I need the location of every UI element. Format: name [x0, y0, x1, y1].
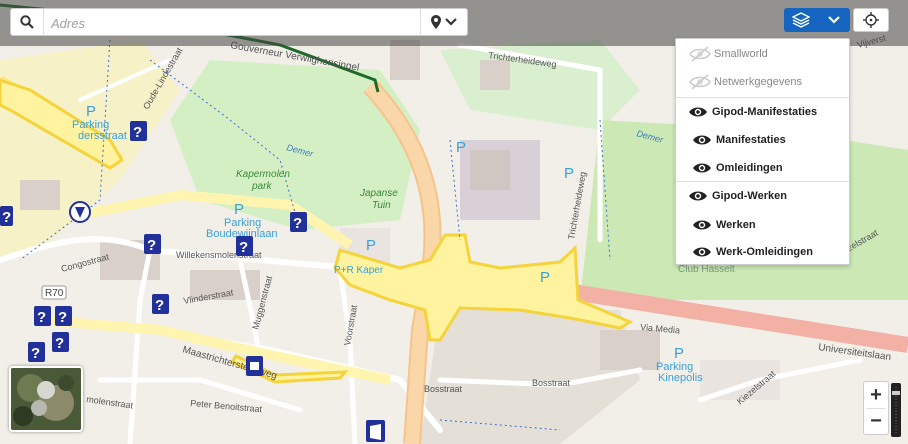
satellite-thumbnail-image: [11, 368, 81, 430]
manifestatie-marker[interactable]: ?: [290, 212, 307, 232]
svg-text:?: ?: [2, 209, 11, 226]
manifestatie-marker[interactable]: ?: [0, 206, 13, 226]
parking-p-2: P: [234, 201, 244, 218]
parking-p-5: P: [564, 165, 574, 182]
layer-label: Gipod-Manifestaties: [712, 106, 818, 118]
manifestatie-marker[interactable]: ?: [144, 234, 161, 254]
my-location-button[interactable]: [853, 8, 889, 32]
manifestatie-marker[interactable]: ?: [152, 294, 169, 314]
werk-marker[interactable]: [366, 420, 385, 442]
search-button[interactable]: [11, 9, 44, 35]
address-input[interactable]: [49, 12, 423, 34]
svg-text:?: ?: [31, 345, 40, 362]
chevron-down-icon: [827, 16, 840, 24]
layer-item-werk-omleidingen[interactable]: Werk-Omleidingen: [676, 238, 849, 266]
search-icon: [20, 15, 34, 29]
svg-text:?: ?: [147, 237, 156, 254]
layer-label: Netwerkgegevens: [714, 76, 803, 88]
map-label-parking-1b: dersstraat: [78, 130, 127, 142]
layer-item-omleidingen[interactable]: Omleidingen: [676, 154, 849, 182]
layer-item-gipod-werken[interactable]: Gipod-Werken: [676, 182, 849, 210]
layer-item-smallworld[interactable]: Smallworld: [676, 40, 849, 68]
map-label-kapermolen: Kapermolen: [236, 169, 290, 180]
location-dropdown-button[interactable]: [420, 9, 467, 35]
layer-item-gipod-manifestaties[interactable]: Gipod-Manifestaties: [676, 98, 849, 126]
satellite-basemap-toggle[interactable]: [9, 366, 83, 432]
layer-label: Omleidingen: [716, 162, 783, 174]
map-label-kapermolen-b: park: [251, 181, 272, 192]
zoom-slider-handle[interactable]: [892, 391, 900, 395]
parking-p-3: P: [366, 237, 376, 254]
eye-slash-icon: [686, 46, 714, 62]
eye-icon: [688, 133, 716, 147]
address-search-bar[interactable]: [10, 8, 468, 36]
map-label-japanse-b: Tuin: [372, 200, 391, 211]
werk-marker[interactable]: [246, 356, 263, 376]
layers-icon: [791, 12, 810, 28]
map-label-bosstraat-2: Bosstraat: [532, 378, 571, 388]
zoom-control: + −: [863, 381, 889, 435]
manifestatie-marker[interactable]: ?: [55, 306, 72, 326]
layer-panel: Smallworld Netwerkgegevens Gipod-Manifes…: [675, 38, 850, 265]
zoom-slider-track: [892, 387, 900, 433]
zoom-in-button[interactable]: +: [864, 382, 888, 408]
svg-text:?: ?: [37, 309, 46, 326]
layer-label: Manifestaties: [716, 134, 786, 146]
map-label-japanse: Japanse: [359, 188, 398, 199]
parking-p-6: P: [540, 269, 550, 286]
manifestatie-marker[interactable]: ?: [130, 121, 147, 141]
layer-label: Werken: [716, 219, 756, 231]
svg-text:?: ?: [155, 297, 164, 314]
layer-label: Gipod-Werken: [712, 190, 787, 202]
chevron-down-icon: [445, 18, 457, 26]
parking-p-4: P: [456, 139, 466, 156]
svg-text:?: ?: [55, 335, 64, 352]
crosshair-icon: [863, 12, 879, 28]
balloon-marker[interactable]: [69, 201, 91, 223]
eye-icon: [688, 218, 716, 232]
layer-item-netwerkgegevens[interactable]: Netwerkgegevens: [676, 68, 849, 96]
svg-text:?: ?: [293, 215, 302, 232]
eye-icon: [688, 161, 716, 175]
map-marker-icon: [431, 15, 441, 29]
map-label-kinepolis-b: Kinepolis: [658, 372, 703, 384]
zoom-slider[interactable]: [891, 383, 901, 437]
svg-text:?: ?: [58, 309, 67, 326]
zoom-out-button[interactable]: −: [864, 408, 888, 434]
layer-label: Smallworld: [714, 48, 768, 60]
eye-icon: [684, 189, 712, 203]
parking-p-1: P: [86, 103, 96, 120]
layer-item-manifestaties[interactable]: Manifestaties: [676, 126, 849, 154]
manifestatie-marker[interactable]: ?: [52, 332, 69, 352]
eye-icon: [688, 245, 716, 259]
manifestatie-marker[interactable]: ?: [28, 342, 45, 362]
layer-label: Werk-Omleidingen: [716, 246, 813, 258]
layer-item-werken[interactable]: Werken: [676, 211, 849, 239]
eye-icon: [684, 105, 712, 119]
manifestatie-marker[interactable]: ?: [34, 306, 51, 326]
manifestatie-marker[interactable]: ?: [236, 236, 253, 256]
parking-p-7: P: [674, 345, 684, 362]
map-label-bosstraat-1: Bosstraat: [424, 384, 463, 394]
map-label-r70: R70: [45, 288, 64, 299]
eye-slash-icon: [686, 74, 714, 90]
map-label-pr-kaper: P+R Kaper: [334, 265, 384, 276]
svg-text:?: ?: [133, 124, 142, 141]
layers-toggle-button[interactable]: [784, 8, 850, 32]
svg-text:?: ?: [239, 239, 248, 256]
